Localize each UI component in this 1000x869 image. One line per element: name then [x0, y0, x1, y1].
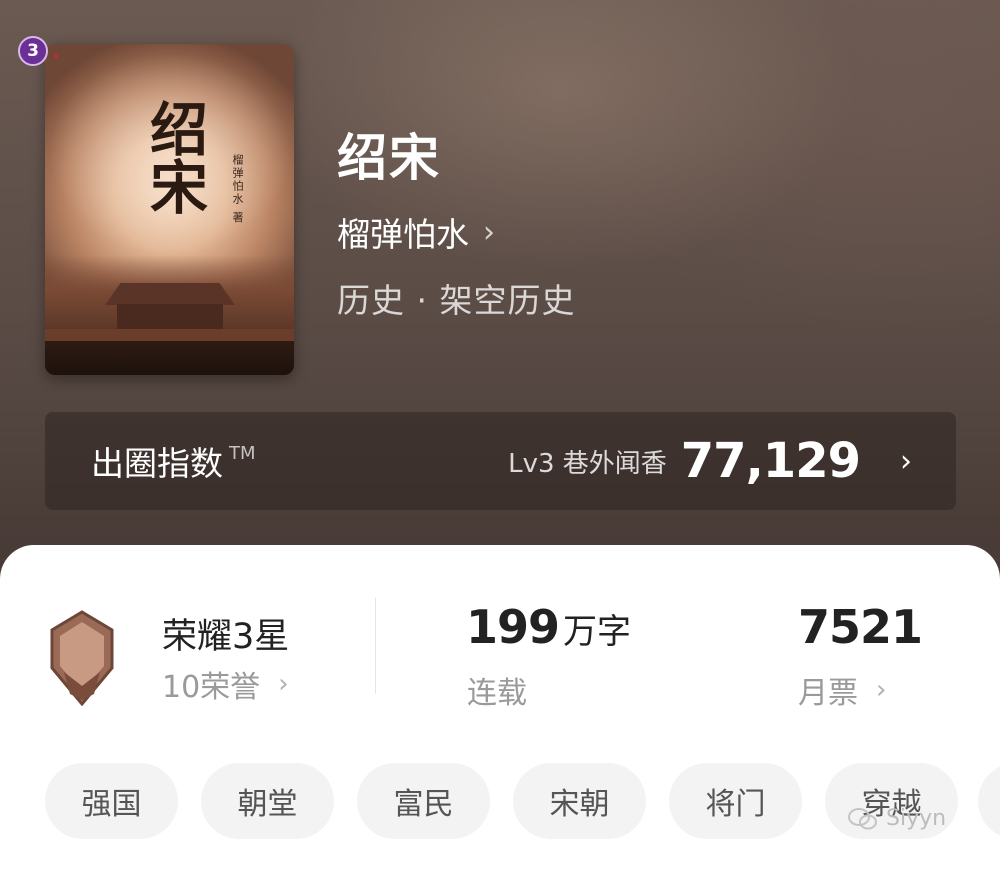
wechat-icon — [848, 807, 877, 829]
index-score: 77,129 — [680, 433, 861, 489]
chevron-right-icon: › — [900, 443, 912, 479]
trademark-mark: TM — [229, 442, 256, 464]
chevron-right-icon: › — [483, 214, 495, 250]
tag-list: 强国 朝堂 富民 宋朝 将门 穿越 — [45, 763, 958, 839]
author-name: 榴弹怕水 — [337, 215, 469, 254]
cover-author: 榴弹怕水 著 — [231, 154, 244, 225]
word-count-number: 199 — [466, 600, 560, 654]
monthly-tickets-link[interactable]: 月票 › — [798, 668, 886, 712]
honor-subtitle: 10荣誉 — [162, 670, 261, 705]
index-level: Lv3 巷外闻香 — [508, 448, 667, 479]
book-genre: 历史 · 架空历史 — [337, 281, 576, 320]
tag-chip[interactable]: 强国 — [45, 763, 178, 839]
honor-link[interactable]: 10荣誉 › — [162, 662, 289, 706]
cover-title: 绍宋 — [140, 99, 208, 215]
tag-chip[interactable]: 朝堂 — [201, 763, 334, 839]
chevron-right-icon: › — [876, 675, 887, 705]
honor-badge-icon[interactable] — [50, 610, 114, 706]
cover-crowd — [45, 341, 294, 375]
serial-status: 连载 — [467, 676, 527, 711]
tag-chip[interactable]: 富民 — [357, 763, 490, 839]
cover-palace-hall — [117, 304, 223, 330]
author-link[interactable]: 榴弹怕水 › — [337, 208, 495, 256]
chevron-right-icon: › — [278, 669, 289, 699]
cover-publisher-logo: ● — [53, 52, 60, 60]
tag-chip[interactable]: 宋朝 — [513, 763, 646, 839]
cover-palace-roof — [105, 283, 235, 305]
word-count-unit: 万字 — [563, 612, 632, 652]
stats-divider — [375, 598, 376, 694]
honor-badge-number: 3 — [18, 36, 48, 66]
index-label: 出圈指数 — [91, 444, 223, 483]
tag-chip[interactable]: 将门 — [669, 763, 802, 839]
monthly-tickets-count: 7521 — [798, 600, 923, 654]
book-title: 绍宋 — [337, 128, 441, 187]
watermark: Siyyn — [848, 806, 946, 831]
book-cover[interactable]: ● 绍宋 榴弹怕水 著 — [45, 44, 294, 375]
monthly-tickets-label: 月票 — [798, 676, 858, 711]
watermark-text: Siyyn — [886, 806, 947, 831]
word-count: 199 万字 — [466, 600, 631, 654]
honor-title: 荣耀3星 — [162, 617, 290, 657]
popularity-index-bar[interactable]: 出圈指数 TM Lv3 巷外闻香 77,129 › — [45, 412, 956, 510]
